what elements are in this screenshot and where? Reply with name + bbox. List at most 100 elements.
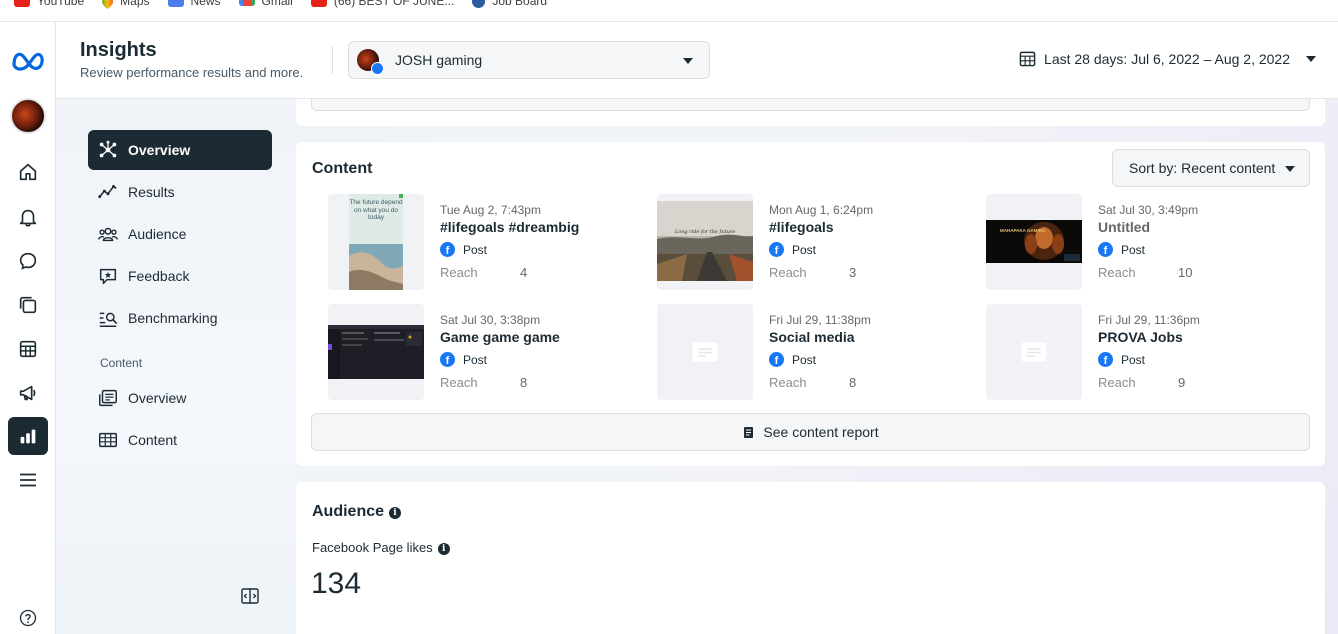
collapse-sidebar-icon[interactable] — [240, 586, 260, 606]
info-icon[interactable]: i — [389, 507, 402, 519]
text-post-icon — [1021, 342, 1047, 362]
post-type: f Post — [440, 242, 487, 257]
post-date: Mon Aug 1, 6:24pm — [769, 203, 874, 217]
bookmark-gmail[interactable]: Gmail — [238, 0, 293, 8]
reach-value: 8 — [849, 375, 857, 390]
content-card: Content Sort by: Recent content The futu… — [296, 142, 1325, 466]
youtube-icon — [14, 0, 30, 7]
sidebar-item-label: Overview — [128, 390, 187, 406]
chevron-down-icon — [1306, 55, 1316, 62]
notifications-nav[interactable] — [8, 198, 48, 236]
bookmark-job-board[interactable]: Job Board — [472, 0, 547, 8]
page-selector-dropdown[interactable]: JOSH gaming — [348, 41, 710, 79]
audience-icon — [98, 227, 118, 242]
sidebar-item-label: Feedback — [128, 268, 190, 284]
post-thumbnail-image: The future depend on what you do today — [328, 194, 424, 290]
sort-dropdown-label: Sort by: Recent content — [1129, 160, 1276, 176]
help-icon[interactable] — [18, 608, 38, 628]
content-nav[interactable] — [8, 286, 48, 324]
see-content-report-label: See content report — [763, 424, 879, 440]
overview-icon — [99, 140, 117, 158]
megaphone-icon — [19, 385, 36, 401]
home-nav[interactable] — [8, 153, 48, 191]
reach-label: Reach — [440, 265, 478, 280]
post-title[interactable]: #lifegoals #dreambig — [440, 219, 579, 235]
feedback-icon — [99, 268, 117, 285]
ads-nav[interactable] — [8, 374, 48, 412]
calendar-icon — [1019, 51, 1036, 67]
post-thumbnail-placeholder — [657, 304, 753, 400]
reach-label: Reach — [769, 265, 807, 280]
account-avatar[interactable] — [10, 98, 46, 134]
post-date: Tue Aug 2, 7:43pm — [440, 203, 541, 217]
sort-dropdown[interactable]: Sort by: Recent content — [1112, 149, 1310, 187]
sidebar-item-content-overview[interactable]: Overview — [88, 378, 272, 418]
page-selector-label: JOSH gaming — [395, 52, 483, 68]
sidebar-item-label: Benchmarking — [128, 310, 218, 326]
post-card[interactable]: Fri Jul 29, 11:36pm PROVA Jobs f Post Rea… — [986, 304, 1286, 400]
globe-icon — [472, 0, 486, 8]
facebook-icon: f — [769, 352, 784, 367]
post-title[interactable]: PROVA Jobs — [1098, 329, 1183, 345]
hamburger-menu-icon — [19, 473, 37, 487]
sidebar-item-results[interactable]: Results — [88, 172, 272, 212]
reach-value: 9 — [1178, 375, 1186, 390]
post-type: f Post — [769, 352, 816, 367]
facebook-icon: f — [769, 242, 784, 257]
sidebar-item-label: Overview — [128, 142, 191, 158]
date-range-label: Last 28 days: Jul 6, 2022 – Aug 2, 2022 — [1044, 50, 1290, 67]
post-title[interactable]: Game game game — [440, 329, 560, 345]
sidebar-item-feedback[interactable]: Feedback — [88, 256, 272, 296]
post-title[interactable]: #lifegoals — [769, 219, 834, 235]
meta-logo-icon[interactable] — [10, 48, 48, 72]
date-range-picker[interactable]: Last 28 days: Jul 6, 2022 – Aug 2, 2022 — [1019, 50, 1316, 67]
sidebar-item-label: Audience — [128, 226, 187, 242]
post-thumbnail: Long ride for the future — [657, 194, 753, 290]
post-date: Sat Jul 30, 3:49pm — [1098, 203, 1199, 217]
reach-label: Reach — [1098, 375, 1136, 390]
thumb1-text: The future depend on what you do today — [349, 199, 403, 221]
planner-nav[interactable] — [8, 330, 48, 368]
chevron-down-icon — [683, 58, 693, 64]
page-title: Insights — [80, 39, 157, 61]
bar-chart-icon — [20, 429, 36, 444]
content-stack-icon — [19, 296, 37, 314]
sidebar-section-content: Content — [100, 356, 143, 370]
post-card[interactable]: Long ride for the future Mon Aug 1, 6:24… — [657, 194, 957, 290]
inbox-nav[interactable] — [8, 242, 48, 280]
previous-card-bottom — [296, 99, 1325, 126]
chevron-down-icon — [1285, 166, 1295, 172]
global-nav-rail — [0, 22, 56, 634]
see-content-report-button[interactable]: See content report — [311, 413, 1310, 451]
bookmark-youtube[interactable]: YouTube — [14, 0, 84, 8]
previous-card-button[interactable] — [311, 99, 1310, 111]
post-title[interactable]: Social media — [769, 329, 855, 345]
facebook-icon: f — [440, 242, 455, 257]
bookmark-maps[interactable]: Maps — [99, 0, 150, 9]
menu-nav[interactable] — [8, 461, 48, 499]
sidebar-item-content-table[interactable]: Content — [88, 420, 272, 460]
post-title[interactable]: Untitled — [1098, 219, 1150, 235]
post-card[interactable]: Fri Jul 29, 11:38pm Social media f Post R… — [657, 304, 957, 400]
post-thumbnail-image: MAHAPAKA GAMING — [986, 194, 1082, 290]
bookmark-news[interactable]: News — [167, 0, 221, 8]
sidebar-item-benchmarking[interactable]: Benchmarking — [88, 298, 272, 338]
benchmarking-icon — [99, 312, 118, 327]
post-type: f Post — [440, 352, 487, 367]
sidebar-item-overview[interactable]: Overview — [88, 130, 272, 170]
post-thumbnail: The future depend on what you do today — [328, 194, 424, 290]
reach-value: 8 — [520, 375, 528, 390]
post-card[interactable]: Sat Jul 30, 3:38pm Game game game f Post … — [328, 304, 628, 400]
sidebar-item-audience[interactable]: Audience — [88, 214, 272, 254]
post-date: Sat Jul 30, 3:38pm — [440, 313, 541, 327]
insights-nav[interactable] — [8, 417, 48, 455]
info-icon[interactable]: i — [437, 543, 450, 555]
content-overview-icon — [99, 389, 117, 407]
bookmarks-bar: YouTube Maps News Gmail (66) BEST OF JUN… — [0, 0, 1338, 22]
sidebar-item-label: Results — [128, 184, 175, 200]
chat-bubble-icon — [19, 252, 37, 270]
bookmark-best-of-june[interactable]: (66) BEST OF JUNE... — [310, 0, 454, 8]
post-card[interactable]: MAHAPAKA GAMING Sat Jul 30, 3:49pm Untit… — [986, 194, 1286, 290]
post-thumbnail-image — [328, 304, 424, 400]
post-card[interactable]: The future depend on what you do today T… — [328, 194, 628, 290]
